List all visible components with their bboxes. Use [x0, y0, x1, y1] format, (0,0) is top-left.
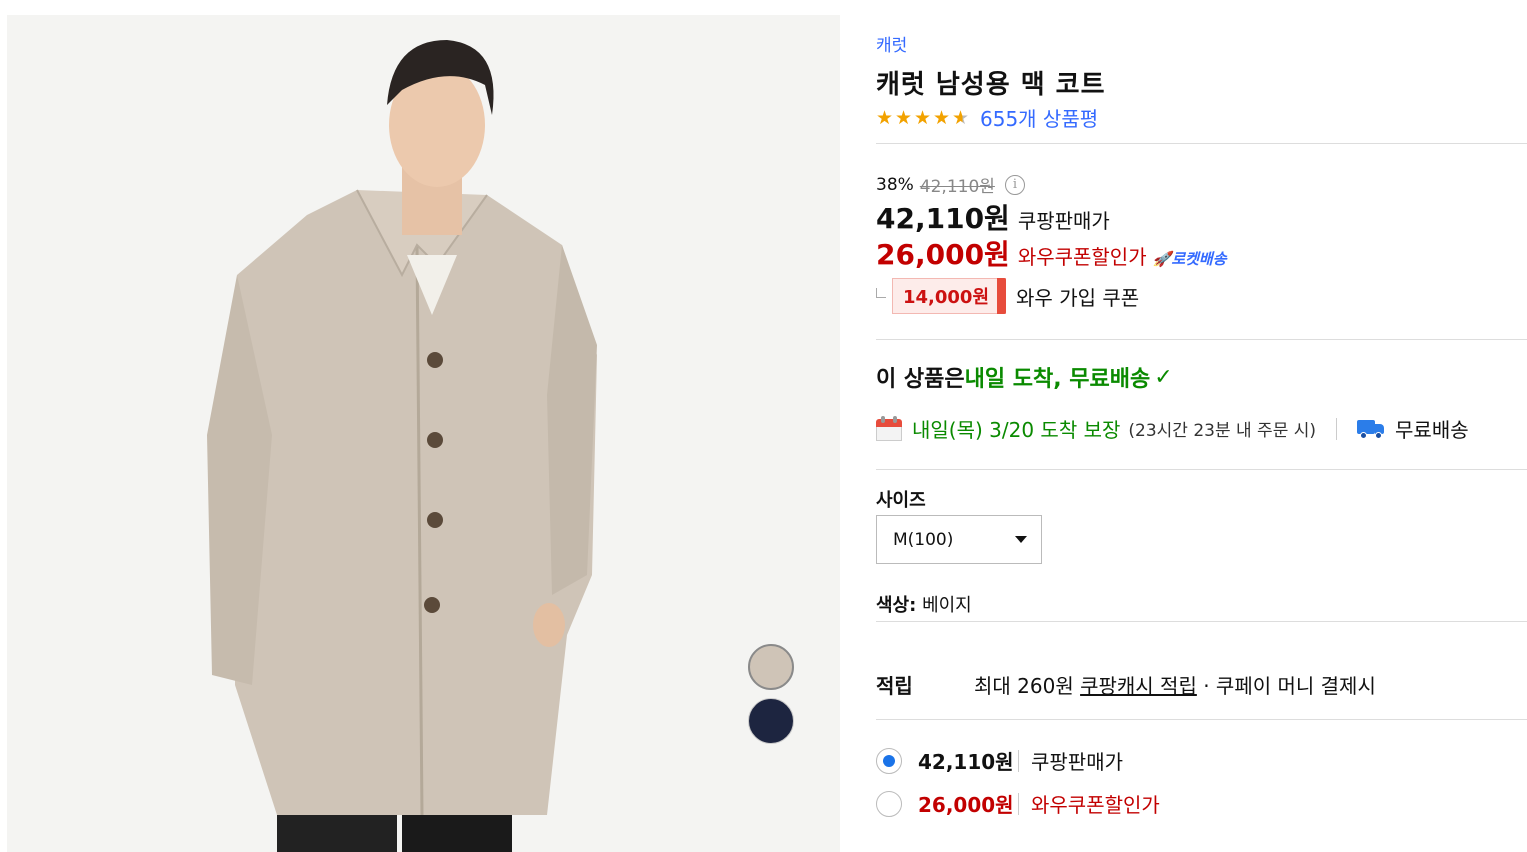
arrival-headline-prefix: 이 상품은	[876, 367, 965, 392]
color-swatch-beige[interactable]	[748, 644, 794, 690]
rocket-icon: 🚀	[1152, 250, 1172, 268]
calendar-icon	[876, 415, 902, 442]
coupon-text: 와우 가입 쿠폰	[1016, 285, 1140, 310]
size-select[interactable]: M(100)	[876, 515, 1042, 564]
arrival-date: 내일(목) 3/20 도착 보장	[912, 418, 1121, 442]
price-option-sale[interactable]: 42,110원 쿠팡판매가	[876, 746, 1123, 775]
sale-price: 42,110원	[876, 202, 1010, 235]
divider	[876, 143, 1527, 144]
price-option-price: 42,110원	[918, 750, 1014, 774]
rating-row: ★ ★ ★ ★ ★ 655개 상품평	[876, 103, 1098, 132]
star-icon: ★	[895, 106, 913, 129]
caret-down-icon	[1015, 536, 1027, 543]
price-option-price: 26,000원	[918, 793, 1014, 817]
rocket-label: 로켓배송	[1171, 250, 1227, 268]
sale-price-label: 쿠팡판매가	[1017, 209, 1110, 233]
size-label: 사이즈	[876, 490, 926, 511]
brand-link[interactable]: 캐럿	[876, 31, 907, 56]
price-option-wow[interactable]: 26,000원 와우쿠폰할인가	[876, 789, 1160, 818]
star-rating: ★ ★ ★ ★ ★	[876, 107, 971, 129]
radio-button-selected[interactable]	[876, 747, 902, 774]
original-price: 42,110원	[919, 177, 995, 197]
product-photo-illustration	[207, 40, 597, 852]
check-icon: ✓	[1154, 364, 1173, 390]
original-price-row: 38% 42,110원 i	[876, 172, 1025, 197]
divider	[876, 469, 1527, 470]
sale-price-row: 42,110원 쿠팡판매가	[876, 197, 1110, 237]
divider	[876, 621, 1527, 622]
star-icon: ★	[933, 106, 951, 129]
arrival-note: (23시간 23분 내 주문 시)	[1128, 421, 1317, 441]
points-row: 적립 최대 260원 쿠팡캐시 적립 · 쿠페이 머니 결제시	[876, 670, 1376, 699]
discount-rate: 38%	[876, 174, 914, 195]
color-swatch-navy[interactable]	[748, 698, 794, 744]
coupon-row: 14,000원 와우 가입 쿠폰	[876, 278, 1139, 314]
star-icon: ★	[876, 106, 894, 129]
size-select-value: M(100)	[893, 529, 954, 550]
arrival-headline: 이 상품은 내일 도착, 무료배송 ✓	[876, 361, 1173, 393]
product-image[interactable]	[7, 15, 840, 852]
star-icon: ★	[914, 106, 932, 129]
separator	[1018, 749, 1019, 772]
points-text-before: 최대 260원	[974, 674, 1081, 698]
points-text-after: · 쿠페이 머니 결제시	[1196, 674, 1376, 698]
product-title: 캐럿 남성용 맥 코트	[876, 70, 1106, 100]
color-value: 베이지	[922, 595, 972, 616]
radio-button[interactable]	[876, 790, 902, 817]
corner-indicator	[876, 288, 886, 298]
wow-price-row: 26,000원 와우쿠폰할인가 🚀로켓배송	[876, 233, 1227, 273]
price-option-name: 쿠팡판매가	[1031, 750, 1123, 774]
half-star-icon: ★	[952, 106, 970, 129]
divider	[876, 339, 1527, 340]
coupon-tag[interactable]: 14,000원	[892, 278, 1007, 314]
separator	[1018, 792, 1019, 815]
separator	[1336, 417, 1338, 440]
color-row: 색상: 베이지	[876, 591, 972, 617]
free-shipping-label: 무료배송	[1395, 418, 1469, 442]
cash-reward-link[interactable]: 쿠팡캐시 적립	[1080, 674, 1197, 698]
delivery-row: 내일(목) 3/20 도착 보장 (23시간 23분 내 주문 시) 무료배송	[876, 414, 1527, 443]
wow-price-label: 와우쿠폰할인가	[1017, 245, 1147, 269]
color-label: 색상:	[876, 595, 917, 616]
review-count-link[interactable]: 655개 상품평	[980, 103, 1098, 132]
truck-icon	[1357, 418, 1385, 440]
arrival-headline-highlight: 내일 도착, 무료배송	[964, 367, 1151, 392]
price-option-name: 와우쿠폰할인가	[1031, 793, 1160, 817]
wow-price: 26,000원	[876, 238, 1010, 271]
divider	[876, 719, 1527, 720]
rocket-delivery-badge: 🚀로켓배송	[1153, 248, 1227, 269]
points-label: 적립	[876, 674, 913, 698]
points-text: 최대 260원 쿠팡캐시 적립 · 쿠페이 머니 결제시	[974, 670, 1376, 699]
info-icon[interactable]: i	[1004, 174, 1025, 195]
